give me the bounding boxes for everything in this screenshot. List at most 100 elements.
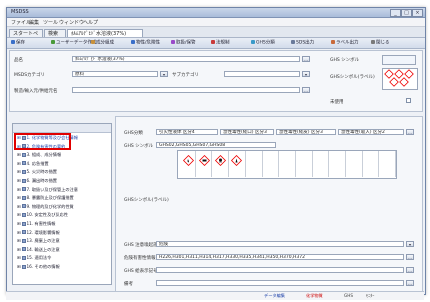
toolbar-button-2[interactable]: 成分組成	[91, 40, 114, 46]
grid-divider	[345, 151, 346, 177]
unused-checkbox[interactable]	[406, 98, 411, 103]
flame-icon[interactable]	[182, 154, 195, 167]
tree-item[interactable]: ⊞ 12. 環境影響情報	[17, 230, 60, 236]
hazard-statement-more-button[interactable]: …	[406, 254, 414, 260]
expand-icon[interactable]: ⊞	[17, 255, 21, 260]
expand-icon[interactable]: ⊞	[17, 204, 21, 209]
toolbar-button-3[interactable]: 物性/危険性	[131, 40, 160, 46]
category-dropdown-icon[interactable]: ▾	[160, 71, 168, 77]
maximize-button[interactable]: □	[401, 9, 412, 17]
menu-tools[interactable]: ツール	[43, 19, 58, 26]
ghs-symbol-label: GHS シンボル	[330, 58, 360, 63]
toolbar-button-6[interactable]: GHS分類	[251, 40, 275, 46]
subcategory-dropdown-icon[interactable]: ▾	[302, 71, 310, 77]
ghs-symbol-detail-label: GHS シンボル	[124, 144, 154, 149]
expand-icon[interactable]: ⊞	[17, 187, 21, 192]
expand-icon[interactable]: ⊞	[17, 195, 21, 200]
tree-item[interactable]: ⊞ 10. 安定性及び反応性	[17, 212, 68, 218]
tree-item[interactable]: ⊞ 8. 暴露防止及び保護措置	[17, 195, 74, 201]
tree-item[interactable]: ⊞ 11. 有害性情報	[17, 221, 55, 227]
tree-item-label: 4. 応急措置	[26, 160, 49, 166]
toolbar-icon	[251, 40, 255, 44]
remarks-input[interactable]	[156, 280, 404, 286]
expand-icon[interactable]: ⊞	[17, 247, 21, 252]
supplier-lookup-button[interactable]: …	[302, 87, 310, 93]
name-lookup-button[interactable]: …	[302, 56, 310, 62]
folder-icon	[21, 238, 26, 243]
toolbar-button-4[interactable]: 取扱/保管	[171, 40, 196, 46]
tree-header	[13, 124, 111, 133]
toolbar-button-label: 物性/危険性	[136, 40, 161, 46]
toolbar-icon	[51, 40, 55, 44]
status-item-ghs[interactable]: GHS	[344, 293, 353, 298]
remarks-more-button[interactable]: …	[406, 280, 414, 286]
expand-icon[interactable]: ⊞	[17, 230, 21, 235]
expand-icon[interactable]: ⊞	[17, 169, 21, 174]
pictogram-more-button[interactable]: …	[406, 267, 414, 273]
ghs-class-more-button[interactable]: …	[406, 129, 414, 135]
tree-item[interactable]: ⊞ 3. 組成、成分情報	[17, 152, 61, 158]
menu-window[interactable]: ウィンドウ	[59, 19, 84, 26]
supplier-input[interactable]	[72, 87, 300, 93]
ghs-class-select-3[interactable]: 急性毒性(経皮) 区分3	[276, 129, 336, 135]
expand-icon[interactable]: ⊞	[17, 264, 21, 269]
ghs-class-select-2[interactable]: 急性毒性(経口) 区分3	[220, 129, 274, 135]
ghs-class-select-4[interactable]: 急性毒性(吸入) 区分2	[338, 129, 404, 135]
corrosion-icon[interactable]	[198, 154, 211, 167]
toolbar-button-8[interactable]: ラベル出力	[331, 40, 359, 46]
folder-icon	[21, 212, 26, 217]
highlight-rectangle	[14, 133, 71, 150]
app-title: MSDSS	[11, 9, 29, 15]
toolbar-button-5[interactable]: 法規制	[211, 40, 230, 46]
tab-start-page[interactable]: スタートページ	[9, 29, 43, 45]
status-item-chemical[interactable]: 化学物質	[306, 293, 323, 299]
tree-item[interactable]: ⊞ 5. 火災時の措置	[17, 169, 57, 175]
grid-divider	[211, 151, 213, 177]
folder-icon	[21, 187, 26, 192]
tree-item[interactable]: ⊞ 14. 輸送上の注意	[17, 247, 60, 253]
expand-icon[interactable]: ⊞	[17, 221, 21, 226]
toolbar-button-9[interactable]: 閉じる	[371, 40, 390, 46]
skull-icon[interactable]	[214, 154, 227, 167]
tree-item[interactable]: ⊞ 13. 廃棄上の注意	[17, 238, 60, 244]
tree-item[interactable]: ⊞ 16. その他の情報	[17, 264, 60, 270]
pictogram-input[interactable]	[156, 267, 404, 273]
menu-help[interactable]: ヘルプ	[83, 19, 98, 26]
tree-item[interactable]: ⊞ 7. 取扱い及び保管上の注意	[17, 187, 78, 193]
tree-item[interactable]: ⊞ 15. 適用法令	[17, 255, 51, 261]
ghs-symbol-code-input[interactable]: GHS02,GHS05,GHS07,GHS08	[156, 142, 276, 148]
signal-word-dropdown-icon[interactable]: ▾	[406, 241, 414, 247]
close-button[interactable]: ×	[412, 9, 423, 17]
menu-edit[interactable]: 編集	[29, 19, 39, 26]
status-item-edit[interactable]: データ編集	[264, 293, 285, 299]
grid-divider	[261, 151, 263, 177]
grid-divider	[378, 151, 380, 177]
expand-icon[interactable]: ⊞	[17, 238, 21, 243]
expand-icon[interactable]: ⊞	[17, 152, 21, 157]
subcategory-label: サブカテゴリ	[172, 73, 199, 78]
toolbar-button-1[interactable]: ユーザーデータ作成	[51, 40, 96, 46]
expand-icon[interactable]: ⊞	[17, 161, 21, 166]
status-item-monitor[interactable]: ﾓﾆﾀｰ	[366, 293, 374, 299]
ghs-class-select-1[interactable]: 引火性液体 区分4	[156, 129, 218, 135]
menu-file[interactable]: ファイル	[11, 19, 31, 26]
tree-item[interactable]: ⊞ 4. 応急措置	[17, 161, 49, 167]
toolbar-button-0[interactable]: 保存	[11, 40, 25, 46]
expand-icon[interactable]: ⊞	[17, 178, 21, 183]
health-hazard-icon[interactable]	[230, 154, 243, 167]
tree-item[interactable]: ⊞ 6. 漏出時の措置	[17, 178, 57, 184]
remarks-label: 備考	[124, 282, 133, 287]
tab-search[interactable]: 検索	[44, 29, 66, 37]
hazard-statement-input[interactable]: H226,H301,H311,H314,H317,H330,H335,H341,…	[156, 254, 404, 260]
expand-icon[interactable]: ⊞	[17, 212, 21, 217]
tab-current-product[interactable]: ﾎﾙﾑｱﾙﾃﾞﾋﾄﾞ水溶液(37%)	[67, 29, 143, 37]
tree-item-label: 6. 漏出時の措置	[26, 178, 57, 183]
subcategory-select[interactable]	[224, 71, 300, 77]
signal-word-input[interactable]: 危険	[156, 241, 404, 247]
toolbar-button-7[interactable]: SDS出力	[291, 40, 314, 46]
category-select[interactable]: 原料	[72, 71, 158, 77]
minimize-button[interactable]: _	[390, 9, 401, 17]
folder-icon	[21, 169, 26, 174]
tree-item[interactable]: ⊞ 9. 物理的及び化学的性質	[17, 204, 74, 210]
product-name-input[interactable]: ﾎﾙﾑｱﾙﾃﾞﾋﾄﾞ水溶液(37%)	[72, 56, 300, 62]
